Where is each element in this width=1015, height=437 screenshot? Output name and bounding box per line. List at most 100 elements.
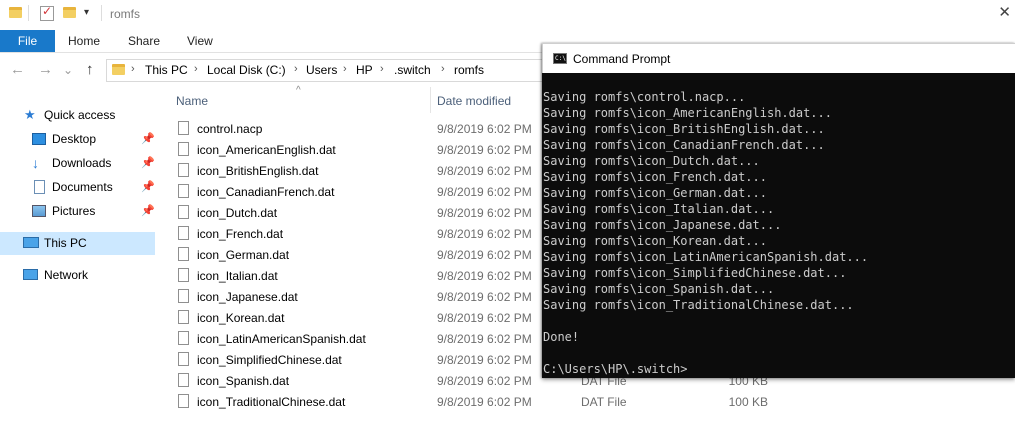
file-list-header: ^ Name Date modified [160,85,560,115]
titlebar-divider [28,5,29,21]
nav-item-desktop[interactable]: Desktop 📌 [0,128,155,151]
pin-icon[interactable]: 📌 [141,132,155,145]
tab-share[interactable]: Share [128,30,160,52]
recent-locations-button[interactable]: ⌄ [63,60,73,80]
file-name: icon_Japanese.dat [197,290,298,304]
nav-item-label: Downloads [52,156,112,170]
up-button[interactable]: ↑ [86,60,94,80]
file-icon [178,142,189,156]
file-date-modified: 9/8/2019 6:02 PM [437,353,532,367]
column-header-date-modified[interactable]: Date modified [437,94,511,108]
file-icon [178,373,189,387]
file-name: icon_Italian.dat [197,269,278,283]
check-glyph: ✓ [42,4,53,18]
file-icon [178,226,189,240]
console-line: Saving romfs\icon_Italian.dat... [543,202,775,216]
file-name: icon_BritishEnglish.dat [197,164,319,178]
desktop-icon [32,133,46,145]
file-type: DAT File [581,395,627,409]
breadcrumb-switch[interactable]: .switch [394,63,431,77]
pin-icon[interactable]: 📌 [141,156,155,169]
command-prompt-icon: C:\ [553,53,567,64]
network-icon [23,269,38,280]
close-icon[interactable]: ✕ [998,3,1011,21]
tab-view[interactable]: View [187,30,213,52]
file-date-modified: 9/8/2019 6:02 PM [437,206,532,220]
breadcrumb-separator: › [194,63,198,75]
nav-item-label: Documents [52,180,113,194]
file-icon [178,268,189,282]
breadcrumb-hp[interactable]: HP [356,63,373,77]
customize-quick-access-icon[interactable]: ▾ [84,7,89,18]
file-name: icon_German.dat [197,248,290,262]
file-date-modified: 9/8/2019 6:02 PM [437,227,532,241]
file-name: icon_CanadianFrench.dat [197,185,335,199]
nav-item-label: Desktop [52,132,97,146]
file-name: icon_SimplifiedChinese.dat [197,353,342,367]
file-icon [178,289,189,303]
breadcrumb-romfs[interactable]: romfs [454,63,484,77]
file-date-modified: 9/8/2019 6:02 PM [437,269,532,283]
nav-item-documents[interactable]: Documents 📌 [0,176,155,199]
command-prompt-titlebar[interactable]: C:\ Command Prompt [542,43,1015,73]
star-icon: ★ [24,107,36,122]
file-row[interactable]: icon_TraditionalChinese.dat 9/8/2019 6:02… [160,391,1015,412]
computer-icon [23,237,39,248]
file-date-modified: 9/8/2019 6:02 PM [437,164,532,178]
window-title: romfs [110,7,140,21]
console-output[interactable]: Saving romfs\control.nacp... Saving romfs… [542,73,1015,378]
console-line: Saving romfs\icon_French.dat... [543,170,767,184]
column-divider[interactable] [430,87,431,113]
nav-quick-access-label: Quick access [44,108,116,122]
file-date-modified: 9/8/2019 6:02 PM [437,374,532,388]
file-icon [178,121,189,135]
console-line: Saving romfs\icon_TraditionalChinese.dat… [543,298,854,312]
tab-home[interactable]: Home [68,30,100,52]
pin-icon[interactable]: 📌 [141,180,155,193]
nav-item-downloads[interactable]: ↓ Downloads 📌 [0,152,155,175]
breadcrumb-users[interactable]: Users [306,63,337,77]
explorer-titlebar: ✓ ▾ romfs ✕ [0,0,1015,30]
file-name: icon_LatinAmericanSpanish.dat [197,332,366,346]
column-header-name[interactable]: Name [176,94,208,108]
address-bar[interactable]: › This PC › Local Disk (C:) › Users › HP… [106,59,548,82]
file-icon [178,205,189,219]
tab-file[interactable]: File [0,30,55,52]
file-icon [178,352,189,366]
file-name: icon_French.dat [197,227,284,241]
properties-icon[interactable]: ✓ [40,4,54,21]
file-date-modified: 9/8/2019 6:02 PM [437,311,532,325]
navigation-pane: ★ Quick access Desktop 📌 ↓ Downloads 📌 D… [0,95,157,437]
console-line: Saving romfs\icon_Japanese.dat... [543,218,782,232]
file-name: icon_Korean.dat [197,311,285,325]
nav-item-pictures[interactable]: Pictures 📌 [0,200,155,223]
nav-network[interactable]: Network [0,264,155,287]
file-date-modified: 9/8/2019 6:02 PM [437,122,532,136]
breadcrumb-separator: › [343,63,347,75]
file-icon [178,247,189,261]
breadcrumb-separator: › [380,63,384,75]
breadcrumb-local-disk[interactable]: Local Disk (C:) [207,63,286,77]
console-line: Saving romfs\icon_Korean.dat... [543,234,767,248]
file-date-modified: 9/8/2019 6:02 PM [437,290,532,304]
titlebar-divider [101,5,102,21]
pin-icon[interactable]: 📌 [141,204,155,217]
console-line: Saving romfs\icon_CanadianFrench.dat... [543,138,825,152]
forward-button[interactable]: → [38,60,53,80]
back-button[interactable]: ← [10,60,25,80]
file-icon [178,331,189,345]
nav-this-pc[interactable]: This PC [0,232,155,255]
breadcrumb-this-pc[interactable]: This PC [145,63,188,77]
console-line: Saving romfs\icon_German.dat... [543,186,767,200]
console-line: Saving romfs\control.nacp... [543,90,746,104]
console-line: Saving romfs\icon_BritishEnglish.dat... [543,122,825,136]
file-size: 100 KB [728,395,768,409]
new-folder-icon[interactable] [63,7,76,18]
command-prompt-window[interactable]: C:\ Command Prompt Saving romfs\control.… [542,43,1015,378]
file-name: icon_AmericanEnglish.dat [197,143,336,157]
file-date-modified: 9/8/2019 6:02 PM [437,185,532,199]
nav-quick-access[interactable]: ★ Quick access [0,104,155,127]
file-date-modified: 9/8/2019 6:02 PM [437,248,532,262]
file-icon [178,394,189,408]
nav-network-label: Network [44,268,89,282]
